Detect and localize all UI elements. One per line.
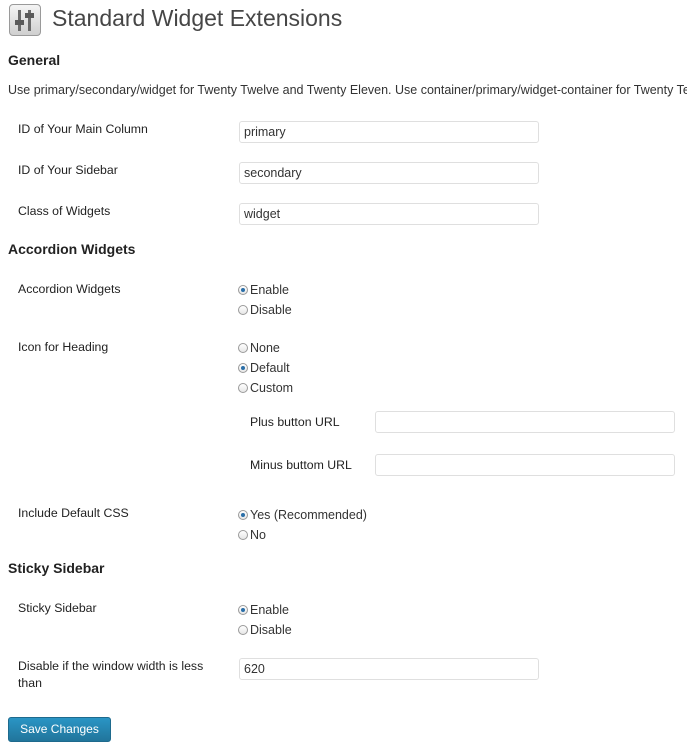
radio-label: Custom (250, 381, 294, 395)
radio-option[interactable]: Yes (Recommended) (238, 505, 367, 525)
radio-label: Disable (250, 623, 292, 637)
accordion-section-heading: Accordion Widgets (8, 241, 136, 257)
page-title: Standard Widget Extensions (52, 5, 343, 31)
radio-icon[interactable] (238, 625, 248, 635)
settings-sliders-icon (9, 4, 41, 36)
general-description: Use primary/secondary/widget for Twenty … (8, 83, 687, 97)
radio-label: Default (250, 361, 290, 375)
radio-icon[interactable] (238, 530, 248, 540)
radio-option[interactable]: Enable (238, 280, 292, 300)
sidebar-id-input[interactable] (239, 162, 539, 184)
radio-option[interactable]: None (238, 338, 293, 358)
main-column-input[interactable] (239, 121, 539, 143)
radio-label: No (250, 528, 266, 542)
minus-url-label: Minus buttom URL (250, 458, 352, 472)
radio-option[interactable]: Default (238, 358, 293, 378)
radio-option[interactable]: Disable (238, 620, 292, 640)
widget-class-label: Class of Widgets (18, 204, 111, 218)
plus-url-input[interactable] (375, 411, 675, 433)
radio-selected-icon[interactable] (238, 363, 248, 373)
radio-icon[interactable] (238, 305, 248, 315)
general-section-heading: General (8, 52, 61, 68)
radio-selected-icon[interactable] (238, 510, 248, 520)
window-width-input[interactable] (239, 658, 539, 680)
radio-option[interactable]: Enable (238, 600, 292, 620)
radio-selected-icon[interactable] (238, 605, 248, 615)
minus-url-input[interactable] (375, 454, 675, 476)
plus-url-label: Plus button URL (250, 415, 340, 429)
radio-option[interactable]: No (238, 525, 367, 545)
default-css-label: Include Default CSS (18, 506, 129, 520)
default-css-group: Yes (Recommended) No (238, 505, 367, 545)
radio-label: Enable (250, 283, 289, 297)
radio-icon[interactable] (238, 383, 248, 393)
accordion-toggle-label: Accordion Widgets (18, 282, 121, 296)
radio-label: Yes (Recommended) (250, 508, 367, 522)
radio-icon[interactable] (238, 343, 248, 353)
sidebar-id-label: ID of Your Sidebar (18, 163, 118, 177)
icon-heading-group: None Default Custom (238, 338, 293, 398)
sticky-toggle-group: Enable Disable (238, 600, 292, 640)
radio-label: Enable (250, 603, 289, 617)
accordion-toggle-group: Enable Disable (238, 280, 292, 320)
radio-selected-icon[interactable] (238, 285, 248, 295)
radio-option[interactable]: Custom (238, 378, 293, 398)
save-changes-button[interactable]: Save Changes (8, 717, 111, 742)
window-width-label: Disable if the window width is less than (18, 659, 204, 690)
icon-heading-label: Icon for Heading (18, 340, 109, 354)
main-column-label: ID of Your Main Column (18, 122, 148, 136)
widget-class-input[interactable] (239, 203, 539, 225)
radio-option[interactable]: Disable (238, 300, 292, 320)
radio-label: Disable (250, 303, 292, 317)
sticky-toggle-label: Sticky Sidebar (18, 601, 97, 615)
radio-label: None (250, 341, 280, 355)
sticky-section-heading: Sticky Sidebar (8, 560, 105, 576)
